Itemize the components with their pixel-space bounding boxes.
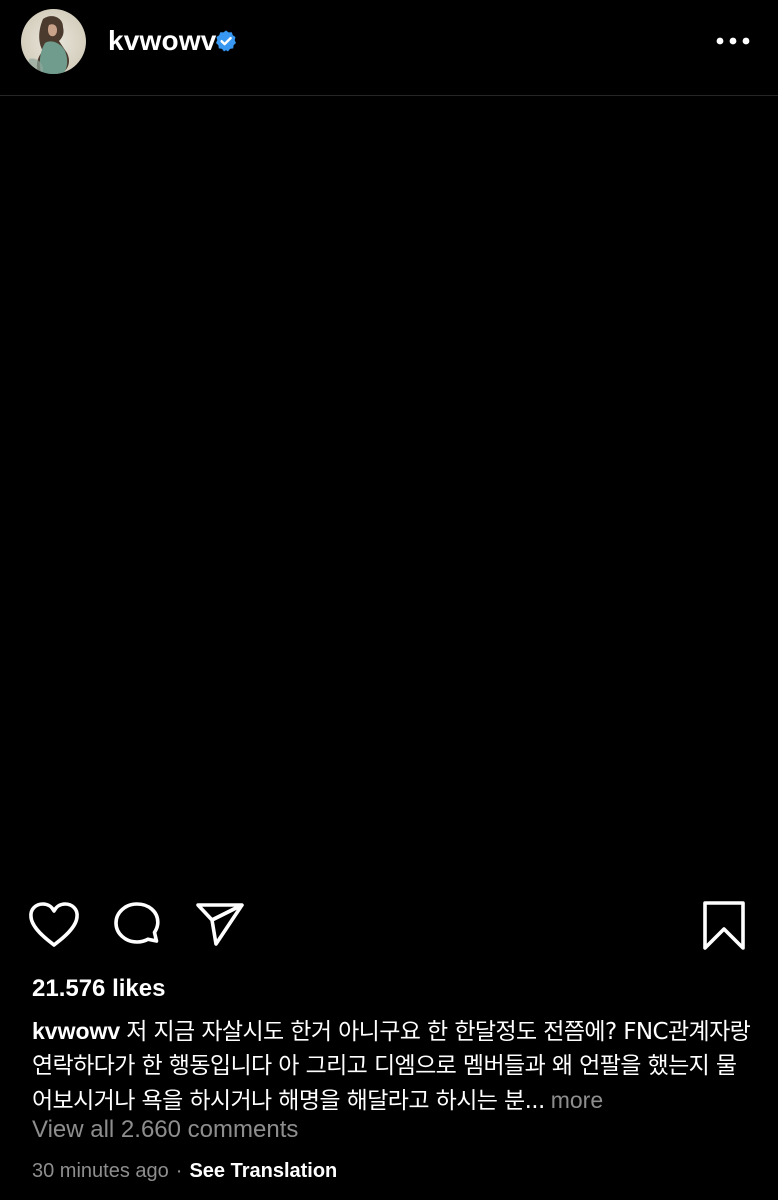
caption-username[interactable]: kvwowv <box>32 1018 120 1044</box>
comment-icon[interactable] <box>112 901 162 949</box>
more-options-icon[interactable] <box>714 30 752 52</box>
bookmark-icon[interactable] <box>701 900 747 952</box>
post-caption: kvwowv 저 지금 자살시도 한거 아니구요 한 한달정도 전쯤에? FNC관… <box>32 1014 752 1118</box>
username[interactable]: kvwowv <box>108 24 217 58</box>
post-header: kvwowv <box>0 0 778 96</box>
meta-separator: · <box>175 1160 183 1182</box>
post-meta: 30 minutes ago · See Translation <box>32 1157 337 1185</box>
timestamp: 30 minutes ago <box>32 1160 169 1182</box>
caption-more-link[interactable]: more <box>551 1087 603 1113</box>
post-media[interactable] <box>0 97 778 887</box>
send-icon[interactable] <box>194 901 246 947</box>
view-all-comments-link[interactable]: View all 2.660 comments <box>32 1114 298 1146</box>
heart-icon[interactable] <box>28 902 80 948</box>
likes-count[interactable]: 21.576 likes <box>32 974 165 1004</box>
caption-text: 저 지금 자살시도 한거 아니구요 한 한달정도 전쯤에? FNC관계자랑 연락… <box>32 1019 751 1114</box>
see-translation-link[interactable]: See Translation <box>189 1160 337 1182</box>
avatar[interactable] <box>21 9 86 74</box>
verified-badge-icon <box>216 30 236 52</box>
